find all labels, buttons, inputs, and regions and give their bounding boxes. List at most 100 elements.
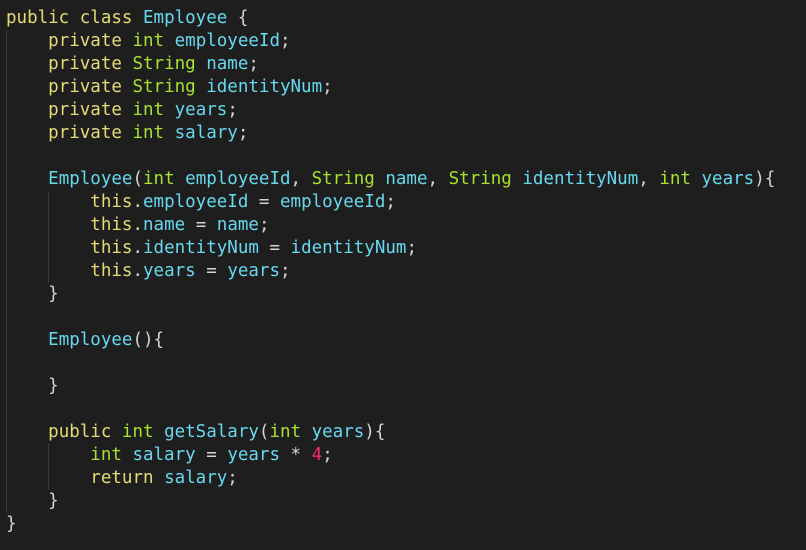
code-line[interactable]: this.name = name;: [6, 214, 806, 237]
code-token: ;: [322, 445, 333, 465]
code-token: years: [311, 422, 365, 442]
code-token: identityNum: [522, 169, 639, 189]
code-token: salary: [132, 445, 196, 465]
code-token: =: [258, 192, 270, 212]
code-line[interactable]: [6, 145, 806, 168]
code-token: name: [143, 215, 186, 235]
code-token: years: [227, 445, 280, 465]
code-token: ;: [322, 77, 333, 97]
indent-guide: [6, 214, 7, 237]
indent-guide: [48, 260, 50, 283]
indent-guide: [6, 306, 7, 329]
code-line[interactable]: this.employeeId = employeeId;: [6, 191, 806, 214]
code-token: private: [48, 123, 122, 143]
code-token: (: [132, 169, 143, 189]
code-line[interactable]: }: [6, 513, 806, 536]
indent-guide: [6, 260, 7, 283]
code-line[interactable]: [6, 352, 806, 375]
indent-guide: [48, 237, 50, 260]
code-token: private: [48, 54, 122, 74]
code-token: ,: [427, 169, 449, 189]
indent-guide: [6, 168, 7, 191]
code-line[interactable]: private String identityNum;: [6, 76, 806, 99]
code-token: ;: [227, 100, 238, 120]
code-token: int: [90, 445, 122, 465]
code-token: =: [206, 445, 217, 465]
indent-guide: [6, 145, 7, 168]
indent-guide: [6, 490, 7, 513]
code-token: ;: [406, 238, 417, 258]
code-token: this: [90, 215, 133, 235]
code-line[interactable]: public class Employee {: [6, 7, 806, 30]
code-token: private: [48, 100, 122, 120]
code-token: salary: [174, 123, 238, 143]
indent-guide: [6, 53, 7, 76]
code-line[interactable]: return salary;: [6, 467, 806, 490]
code-token: getSalary: [164, 422, 259, 442]
code-token: salary: [164, 468, 228, 488]
code-line[interactable]: int salary = years * 4;: [6, 444, 806, 467]
code-token: employeeId: [174, 31, 280, 51]
code-line[interactable]: [6, 398, 806, 421]
code-token: years: [701, 169, 755, 189]
code-line[interactable]: this.identityNum = identityNum;: [6, 237, 806, 260]
indent-guide: [6, 329, 7, 352]
indent-guide: [6, 76, 7, 99]
code-line[interactable]: Employee(){: [6, 329, 806, 352]
code-line[interactable]: Employee(int employeeId, String name, St…: [6, 168, 806, 191]
code-token: years: [174, 100, 228, 120]
code-token: ;: [258, 215, 270, 235]
code-line[interactable]: private int years;: [6, 99, 806, 122]
code-line[interactable]: }: [6, 490, 806, 513]
code-token: int: [269, 422, 302, 442]
code-token: name: [206, 54, 249, 74]
indent-guide: [6, 237, 7, 260]
code-line[interactable]: this.years = years;: [6, 260, 806, 283]
code-token: (: [258, 422, 270, 442]
indent-guide: [48, 444, 50, 467]
code-token: String: [132, 54, 196, 74]
code-line[interactable]: }: [6, 283, 806, 306]
code-line[interactable]: [6, 306, 806, 329]
code-line[interactable]: public int getSalary(int years){: [6, 421, 806, 444]
indent-guide: [6, 375, 7, 398]
code-token: class: [79, 8, 133, 28]
code-line[interactable]: private int salary;: [6, 122, 806, 145]
code-editor[interactable]: public class Employee { private int empl…: [0, 0, 806, 550]
code-line[interactable]: private String name;: [6, 53, 806, 76]
code-token: name: [216, 215, 259, 235]
code-line[interactable]: private int employeeId;: [6, 30, 806, 53]
code-token: this: [90, 192, 133, 212]
code-token: identityNum: [290, 238, 407, 258]
code-token: .: [132, 238, 143, 258]
code-token: ;: [248, 54, 259, 74]
code-line[interactable]: }: [6, 375, 806, 398]
code-token: Employee: [143, 8, 228, 28]
code-token: =: [206, 261, 217, 281]
code-token: ){: [754, 169, 776, 189]
